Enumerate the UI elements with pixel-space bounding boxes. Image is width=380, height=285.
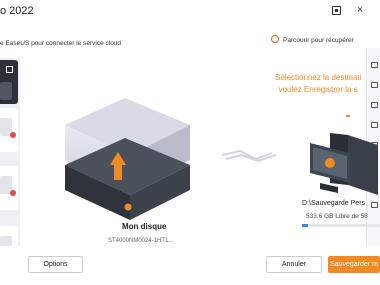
save-button[interactable]: Sauvegarder m — [328, 256, 380, 273]
destination-prompt-line: voulez Enregistrer la s — [278, 85, 358, 94]
source-disk-model: ST4000NM0024-1HT1... — [108, 238, 174, 244]
error-badge — [10, 190, 16, 196]
refresh-icon — [271, 35, 279, 43]
usage-fill — [302, 224, 309, 227]
footer-bar: Options Annuler Sauvegarder m — [0, 246, 380, 285]
destination-prompt: Sélectionnez la destinati voulez Enregis… — [275, 72, 361, 96]
browse-label: Parcourir pour récupérer — [283, 37, 354, 44]
destination-path: D:\Sauvegarde Pers — [302, 200, 366, 207]
gear-icon[interactable] — [371, 62, 378, 68]
cloud-connect-hint: e EaseUS pour connecter le service cloud — [0, 40, 122, 47]
backup-source-item[interactable] — [0, 166, 18, 210]
app-window: o 2022 × e EaseUS pour connecter le serv… — [0, 0, 380, 285]
cancel-button[interactable]: Annuler — [266, 256, 322, 273]
hard-disk-icon — [65, 98, 190, 220]
destination-card[interactable] — [290, 105, 380, 225]
source-disk-name: Mon disque — [122, 222, 167, 231]
backup-source-item[interactable] — [0, 60, 18, 104]
error-badge — [10, 132, 16, 138]
history-icon[interactable] — [371, 82, 378, 88]
computer-icon — [310, 105, 378, 195]
maximize-button[interactable] — [332, 6, 341, 15]
backup-source-item[interactable] — [0, 108, 18, 152]
destination-prompt-line: Sélectionnez la destinati — [275, 73, 362, 82]
cloud-icon[interactable] — [371, 102, 378, 108]
destination-usage-bar — [302, 224, 380, 227]
window-title: o 2022 — [0, 5, 34, 17]
edit-icon — [6, 66, 13, 73]
source-disk-card[interactable] — [65, 80, 195, 230]
close-button[interactable]: × — [354, 4, 366, 16]
destination-free-space: 533.6 GB Libre de 58 — [306, 213, 368, 220]
flow-arrow — [221, 149, 277, 163]
browse-to-recover-link[interactable]: Parcourir pour récupérer — [271, 35, 354, 44]
options-button[interactable]: Options — [28, 256, 83, 273]
drive-icon — [0, 82, 12, 100]
